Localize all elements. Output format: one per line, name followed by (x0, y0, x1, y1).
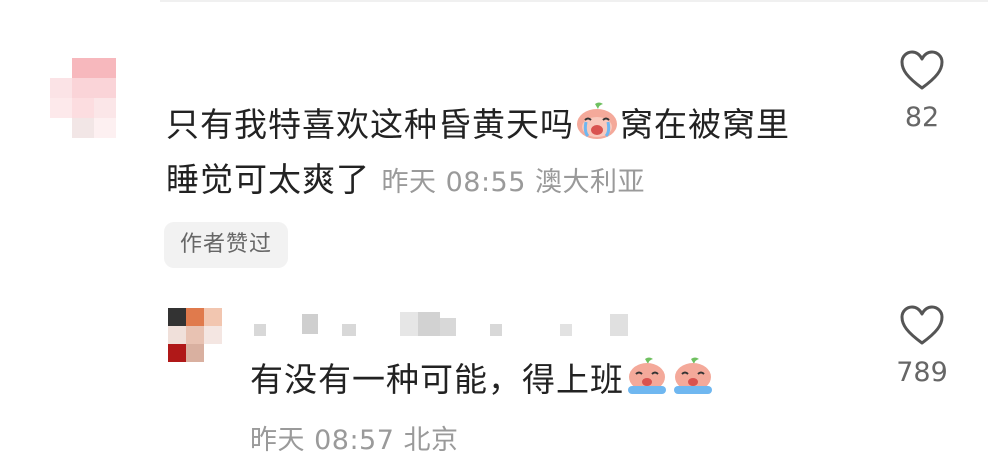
comment-body-line2: 睡觉可太爽了 昨天 08:55 澳大利亚 (166, 158, 645, 205)
like-count: 789 (896, 357, 948, 388)
crying-peach-emoji (574, 101, 620, 152)
heart-icon (900, 305, 944, 345)
crying-peach-emoji (670, 356, 716, 407)
reply-text: 有没有一种可能，得上班 (250, 360, 624, 399)
heart-icon (900, 50, 944, 90)
avatar[interactable] (168, 308, 234, 364)
author-liked-badge: 作者赞过 (164, 222, 289, 268)
blurred-username (250, 310, 650, 340)
comment-text: 睡觉可太爽了 (166, 160, 370, 199)
comment-meta: 昨天 08:55 澳大利亚 (381, 167, 645, 198)
like-button[interactable]: 789 (882, 305, 962, 388)
crying-peach-emoji (624, 356, 670, 407)
avatar[interactable] (50, 58, 130, 138)
like-count: 82 (904, 102, 940, 133)
like-button[interactable]: 82 (882, 50, 962, 133)
reply-body: 有没有一种可能，得上班 (250, 356, 716, 407)
reply-meta: 昨天 08:57 北京 (250, 425, 459, 456)
comment-text: 只有我特喜欢这种昏黄天吗 (166, 105, 574, 144)
comment-body: 只有我特喜欢这种昏黄天吗 窝在被窝里 (166, 101, 790, 152)
divider (160, 0, 988, 2)
comment-text-tail: 窝在被窝里 (620, 105, 790, 144)
